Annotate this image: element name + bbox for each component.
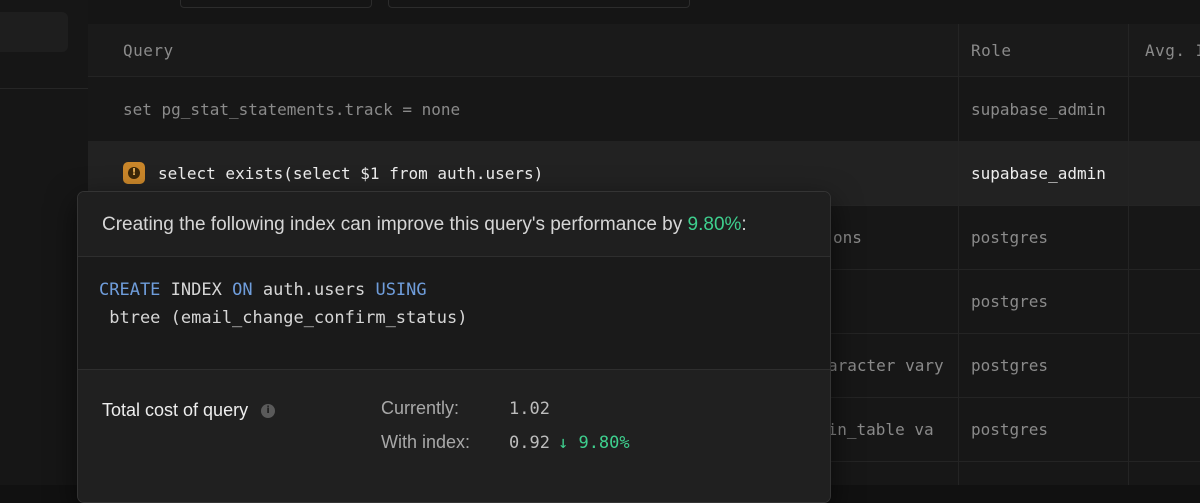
improvement-message: Creating the following index can improve…	[102, 214, 747, 236]
with-index-label: With index:	[381, 432, 471, 452]
improvement-message-colon: :	[741, 214, 747, 235]
role-cell: postgres	[971, 291, 1049, 311]
cost-title-text: Total cost of query	[102, 400, 249, 420]
improvement-delta: ↓ 9.80%	[558, 433, 630, 453]
improvement-percentage: 9.80%	[687, 214, 742, 235]
cost-section: Total cost of query i Currently: 1.02 Wi…	[78, 370, 830, 502]
sql-table-name: auth.users	[262, 280, 366, 300]
query-cell: aracter vary	[828, 355, 944, 375]
improvement-delta-pct: 9.80%	[578, 433, 630, 453]
arrow-down-icon: ↓	[557, 433, 569, 453]
cost-title: Total cost of query i	[102, 400, 276, 421]
query-text: select exists(select $1 from auth.users)	[158, 163, 544, 183]
query-cell: ons	[833, 227, 862, 247]
with-index-value: 0.92	[509, 433, 550, 453]
sidebar-divider	[0, 88, 88, 89]
column-header-role[interactable]: Role	[971, 24, 1141, 76]
sidebar	[0, 0, 89, 485]
index-advisor-popover: Creating the following index can improve…	[77, 191, 831, 503]
sql-keyword-create: CREATE	[99, 280, 161, 300]
popover-header: Creating the following index can improve…	[78, 192, 830, 257]
role-cell: postgres	[971, 355, 1049, 375]
column-divider[interactable]	[1128, 24, 1129, 485]
sql-keyword-using: USING	[375, 280, 427, 300]
currently-value: 1.02	[509, 399, 550, 419]
role-cell: postgres	[971, 419, 1049, 439]
column-header-avg[interactable]: Avg. I	[1145, 24, 1200, 76]
sql-keyword-on: ON	[232, 280, 253, 300]
currently-label: Currently:	[381, 398, 460, 418]
role-cell: supabase_admin	[971, 163, 1106, 183]
query-cell	[833, 269, 958, 333]
with-index-row: 0.92 ↓ 9.80%	[509, 433, 630, 453]
filter-bar	[88, 0, 1200, 25]
index-sql-code: CREATE INDEX ON auth.users USING btree (…	[78, 257, 830, 370]
warning-icon[interactable]: !	[123, 162, 145, 184]
query-cell: ,in_table va	[818, 419, 934, 439]
column-divider[interactable]	[958, 24, 959, 485]
info-icon[interactable]: i	[261, 403, 276, 418]
query-cell: set pg_stat_statements.track = none	[123, 99, 461, 119]
role-cell: supabase_admin	[971, 99, 1106, 119]
table-row[interactable]: set pg_stat_statements.track = none supa…	[88, 77, 1200, 142]
filter-chip[interactable]	[180, 0, 372, 8]
column-header-query[interactable]: Query	[123, 24, 963, 76]
filter-chip[interactable]	[388, 0, 690, 8]
sql-line-1: CREATE INDEX ON auth.users USING	[99, 280, 427, 300]
improvement-message-text: Creating the following index can improve…	[102, 214, 688, 235]
sql-line-2: btree (email_change_confirm_status)	[99, 308, 468, 328]
table-header: Query Role Avg. I	[88, 24, 1200, 77]
role-cell: postgres	[971, 227, 1049, 247]
sql-word-index: INDEX	[170, 280, 222, 300]
sidebar-nav-item[interactable]	[0, 12, 68, 52]
